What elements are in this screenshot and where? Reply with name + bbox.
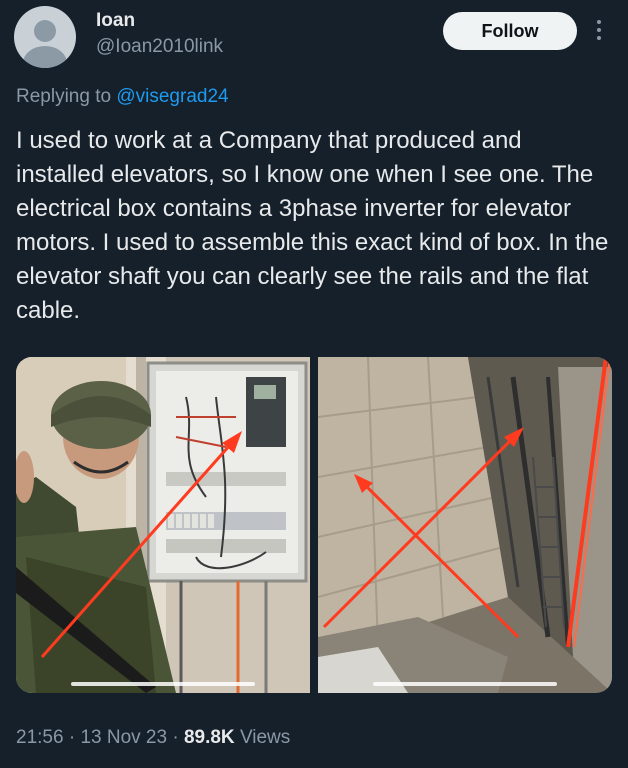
tweet-date[interactable]: 13 Nov 23 bbox=[80, 727, 167, 748]
reply-mention-link[interactable]: @visegrad24 bbox=[116, 86, 228, 107]
photo-elevator-shaft[interactable] bbox=[318, 357, 612, 693]
views-label: Views bbox=[239, 727, 291, 748]
default-profile-body bbox=[23, 46, 67, 68]
meta-separator: · bbox=[68, 727, 76, 748]
views-count: 89.8K bbox=[183, 727, 235, 748]
replying-to-label: Replying to bbox=[16, 86, 112, 107]
tweet-meta: 21:56 · 13 Nov 23 · 89.8K Views bbox=[16, 727, 290, 749]
tweet-media bbox=[16, 357, 612, 693]
tweet-text: I used to work at a Company that produce… bbox=[16, 127, 609, 324]
replying-to: Replying to @visegrad24 bbox=[16, 86, 229, 108]
follow-button[interactable]: Follow bbox=[443, 12, 577, 50]
meta-separator: · bbox=[172, 727, 179, 748]
more-options-icon[interactable] bbox=[593, 20, 605, 44]
photo-electrical-box[interactable] bbox=[16, 357, 310, 693]
avatar[interactable] bbox=[14, 6, 76, 68]
tweet-time[interactable]: 21:56 bbox=[16, 727, 64, 748]
author-handle[interactable]: @Ioan2010link bbox=[96, 36, 223, 58]
author-name[interactable]: Ioan bbox=[96, 10, 135, 32]
default-profile-head bbox=[34, 20, 56, 42]
